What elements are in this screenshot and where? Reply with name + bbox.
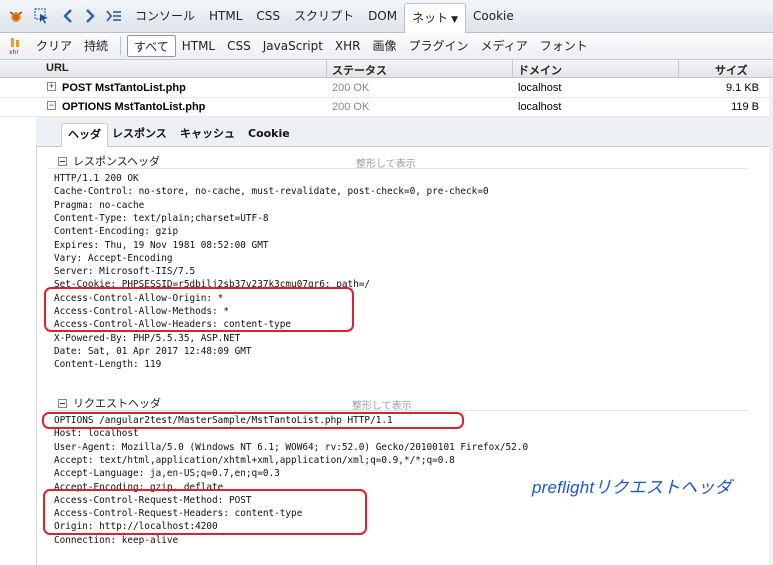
response-headers-label: レスポンスヘッダ <box>73 155 161 168</box>
request-url: POST MstTantoList.php <box>62 82 186 94</box>
request-domain: localhost <box>518 82 562 94</box>
section-divider <box>48 168 748 169</box>
header-line: Accept-Language: ja,en-US;q=0.7,en;q=0.3 <box>54 468 280 480</box>
vertical-scrollbar[interactable] <box>769 78 773 565</box>
header-line: Host: localhost <box>54 428 139 440</box>
table-row[interactable]: + POST MstTantoList.php 200 OK localhost… <box>0 79 773 98</box>
persist-button[interactable]: 持続 <box>78 35 114 57</box>
collapse-minus-icon[interactable] <box>58 156 67 166</box>
column-divider[interactable] <box>326 60 327 78</box>
header-line: X-Powered-By: PHP/5.5.35, ASP.NET <box>54 332 241 344</box>
response-headers-title[interactable]: レスポンスヘッダ <box>58 153 160 169</box>
xhr-toggle-icon[interactable]: xhr <box>8 37 26 56</box>
highlight-box-allow-headers <box>44 287 354 332</box>
header-line: Content-Length: 119 <box>54 359 162 371</box>
request-table-header: URL ステータス ドメイン サイズ <box>0 60 773 78</box>
request-status: 200 OK <box>332 82 370 94</box>
tab-cache[interactable]: キャッシュ <box>174 123 241 147</box>
header-line: Accept: text/html,application/xhtml+xml,… <box>54 454 455 466</box>
tab-net[interactable]: ネット ▼ <box>404 2 467 33</box>
header-line: Vary: Accept-Encoding <box>54 252 173 264</box>
filter-fonts[interactable]: フォント <box>534 35 594 57</box>
filter-css[interactable]: CSS <box>221 35 257 57</box>
preflight-annotation: preflightリクエストヘッダ <box>532 478 732 497</box>
header-line: Cache-Control: no-store, no-cache, must-… <box>54 186 489 198</box>
chevron-down-icon[interactable]: ▼ <box>451 15 458 25</box>
header-line: HTTP/1.1 200 OK <box>54 173 139 184</box>
column-divider[interactable] <box>512 60 513 78</box>
header-line: User-Agent: Mozilla/5.0 (Windows NT 6.1;… <box>54 441 529 453</box>
filter-all[interactable]: すべて <box>127 35 176 57</box>
tab-response[interactable]: レスポンス <box>106 123 173 147</box>
tab-dom[interactable]: DOM <box>361 0 404 33</box>
header-line: Content-Encoding: gzip <box>54 226 179 238</box>
tab-html[interactable]: HTML <box>202 0 249 33</box>
filter-html[interactable]: HTML <box>176 35 221 57</box>
main-toolbar: コンソール HTML CSS スクリプト DOM ネット ▼ Cookie <box>0 0 773 33</box>
request-size: 119 B <box>731 101 759 113</box>
collapse-minus-icon[interactable] <box>58 398 67 408</box>
request-url: OPTIONS MstTantoList.php <box>62 101 206 113</box>
filter-images[interactable]: 画像 <box>367 35 403 57</box>
filter-media[interactable]: メディア <box>475 35 534 57</box>
column-url[interactable]: URL <box>46 62 69 74</box>
header-line: Pragma: no-cache <box>54 199 145 211</box>
highlight-box-request-headers <box>43 489 367 535</box>
column-size[interactable]: サイズ <box>715 62 748 78</box>
expand-plus-icon[interactable]: + <box>47 82 56 91</box>
request-headers-title[interactable]: リクエストヘッダ <box>58 395 161 411</box>
xhr-icon-text: xhr <box>9 49 19 55</box>
toolbar-divider <box>120 37 122 55</box>
tab-cookies[interactable]: Cookie <box>242 123 296 147</box>
column-domain[interactable]: ドメイン <box>518 62 562 78</box>
request-status: 200 OK <box>332 101 370 113</box>
detail-tabs: ヘッダ レスポンス キャッシュ Cookie <box>36 117 773 147</box>
clear-button[interactable]: クリア <box>30 35 78 57</box>
column-divider[interactable] <box>678 60 679 78</box>
header-line: Server: Microsoft-IIS/7.5 <box>54 266 196 278</box>
inspect-cursor-icon[interactable] <box>32 6 52 26</box>
back-arrow-icon[interactable] <box>58 6 78 26</box>
request-size: 9.1 KB <box>725 82 759 94</box>
tab-console[interactable]: コンソール <box>128 0 202 33</box>
firebug-bug-icon[interactable] <box>6 6 26 26</box>
header-line: Date: Sat, 01 Apr 2017 12:48:09 GMT <box>54 345 252 357</box>
table-row[interactable]: − OPTIONS MstTantoList.php 200 OK localh… <box>0 98 773 117</box>
filter-javascript[interactable]: JavaScript <box>257 35 329 57</box>
request-domain: localhost <box>518 101 562 113</box>
tab-cookie[interactable]: Cookie <box>466 0 521 33</box>
command-line-icon[interactable] <box>104 6 124 26</box>
details-indent <box>0 117 36 565</box>
tab-css[interactable]: CSS <box>249 0 287 33</box>
header-line: Content-Type: text/plain;charset=UTF-8 <box>54 212 269 224</box>
net-filter-toolbar: xhr クリア 持続 すべて HTML CSS JavaScript XHR 画… <box>0 33 773 60</box>
forward-arrow-icon[interactable] <box>80 6 100 26</box>
tab-net-label: ネット <box>412 10 449 25</box>
header-line: Expires: Thu, 19 Nov 1981 08:52:00 GMT <box>54 239 269 251</box>
filter-plugins[interactable]: プラグイン <box>403 35 475 57</box>
section-divider <box>48 410 748 411</box>
tab-script[interactable]: スクリプト <box>287 0 361 33</box>
tab-headers[interactable]: ヘッダ <box>61 123 108 147</box>
filter-xhr[interactable]: XHR <box>329 35 367 57</box>
collapse-minus-icon[interactable]: − <box>47 101 56 110</box>
request-headers-label: リクエストヘッダ <box>73 397 161 410</box>
highlight-box-options-line <box>42 412 464 429</box>
column-status[interactable]: ステータス <box>332 62 387 78</box>
header-line: Connection: keep-alive <box>54 534 179 546</box>
